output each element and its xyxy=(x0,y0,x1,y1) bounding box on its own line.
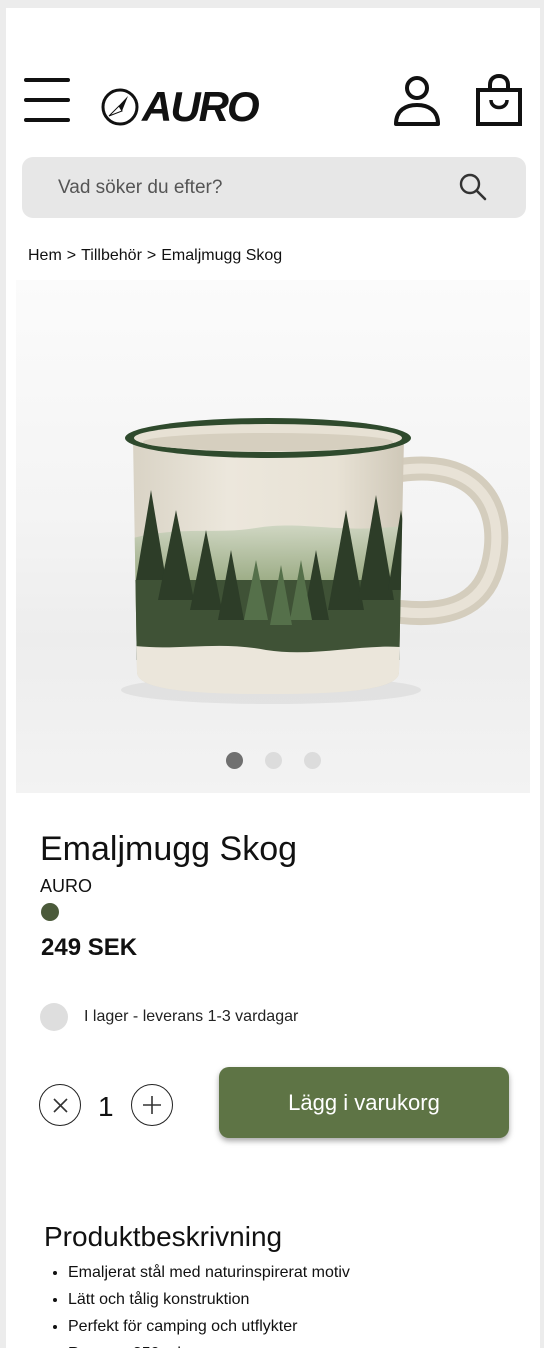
gallery-dot-2[interactable] xyxy=(264,752,282,769)
menu-line xyxy=(24,118,70,122)
product-title: Emaljmugg Skog xyxy=(40,830,298,868)
menu-line xyxy=(24,78,70,82)
cart-button[interactable] xyxy=(474,73,524,128)
description-item: Emaljerat stål med naturinspirerat motiv xyxy=(68,1259,350,1286)
search-input[interactable] xyxy=(22,157,442,218)
breadcrumb-separator: > xyxy=(146,247,157,264)
page-frame: AURO Hem > Tillbehör > Emaljmugg Skog xyxy=(6,8,540,1348)
stock-status-dot xyxy=(40,1003,68,1031)
logo-compass-icon xyxy=(101,88,139,126)
gallery-dots xyxy=(16,752,530,769)
breadcrumb-home[interactable]: Hem xyxy=(28,247,62,265)
shopping-bag-icon xyxy=(476,73,522,126)
add-to-cart-button[interactable]: Lägg i varukorg xyxy=(219,1067,509,1138)
quantity-decrease-button[interactable] xyxy=(39,1084,81,1126)
description-list: Emaljerat stål med naturinspirerat motiv… xyxy=(68,1259,350,1348)
menu-button[interactable] xyxy=(24,78,72,124)
color-swatch[interactable] xyxy=(41,903,59,921)
description-title: Produktbeskrivning xyxy=(44,1221,283,1252)
menu-line xyxy=(24,98,70,102)
product-brand: AURO xyxy=(40,876,93,896)
logo-text: AURO xyxy=(142,83,260,130)
breadcrumb-accessories[interactable]: Tillbehör xyxy=(81,247,142,265)
quantity-increase-button[interactable] xyxy=(131,1084,173,1126)
stock-status-text: I lager - leverans 1-3 vardagar xyxy=(84,1008,299,1025)
product-gallery[interactable] xyxy=(16,280,530,793)
breadcrumb: Hem > Tillbehör > Emaljmugg Skog xyxy=(28,247,282,265)
gallery-dot-1[interactable] xyxy=(225,752,243,769)
close-icon xyxy=(53,1098,68,1113)
breadcrumb-current: Emaljmugg Skog xyxy=(161,247,283,264)
product-price: 249 SEK xyxy=(41,934,138,961)
quantity-value: 1 xyxy=(98,1091,114,1122)
plus-icon xyxy=(143,1096,161,1114)
account-button[interactable] xyxy=(392,74,442,128)
gallery-dot-3[interactable] xyxy=(303,752,321,769)
product-image xyxy=(121,418,509,704)
logo[interactable]: AURO xyxy=(100,83,260,130)
search-icon[interactable] xyxy=(458,172,488,202)
description-item: Lätt och tålig konstruktion xyxy=(68,1286,350,1313)
description-item: Rymmer 350 ml xyxy=(68,1340,350,1348)
description-item: Perfekt för camping och utflykter xyxy=(68,1313,350,1340)
breadcrumb-separator: > xyxy=(66,247,77,264)
search-bar xyxy=(22,157,526,218)
user-icon xyxy=(394,76,440,126)
